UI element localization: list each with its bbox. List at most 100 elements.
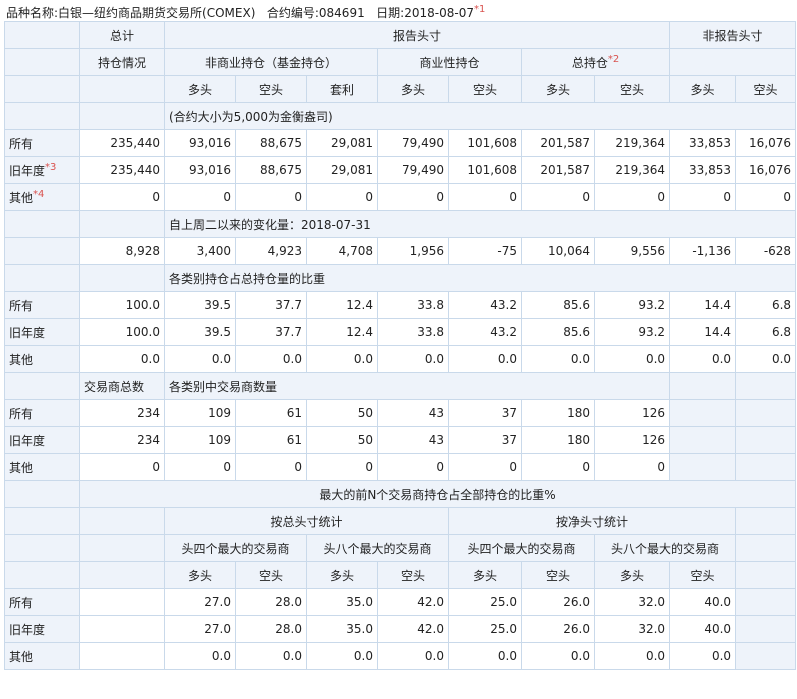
- empty-cell: [669, 426, 737, 454]
- table-cell: 26.0: [521, 615, 595, 643]
- table-cell: 0: [164, 453, 236, 481]
- col-gross-top8: 头八个最大的交易商: [306, 534, 449, 562]
- contract-code: 084691: [318, 6, 365, 20]
- empty-cell: [79, 615, 165, 643]
- table-cell: 0.0: [669, 642, 737, 670]
- table-cell: 0: [448, 183, 522, 211]
- empty-cell: [4, 264, 80, 292]
- col-short: 空头: [593, 75, 671, 103]
- table-cell: 14.4: [669, 318, 737, 346]
- col-commercial: 商业性持仓: [377, 48, 522, 76]
- row-label: 所有: [4, 399, 80, 427]
- table-cell: 35.0: [306, 588, 378, 616]
- table-cell: 0: [79, 453, 165, 481]
- table-cell: 0.0: [593, 345, 671, 373]
- table-cell: 4,923: [235, 237, 307, 265]
- table-cell: 201,587: [521, 129, 595, 157]
- table-cell: 27.0: [164, 588, 236, 616]
- empty-cell: [735, 615, 797, 643]
- table-cell: 235,440: [79, 129, 165, 157]
- table-cell: 10,064: [521, 237, 595, 265]
- table-cell: 8,928: [79, 237, 165, 265]
- table-cell: 93.2: [593, 318, 671, 346]
- table-cell: 93,016: [164, 156, 236, 184]
- table-cell: 109: [164, 399, 236, 427]
- empty-cell: [79, 210, 165, 238]
- table-cell: 0.0: [235, 642, 307, 670]
- col-reported: 报告头寸: [163, 21, 671, 49]
- row-label: 所有: [4, 588, 80, 616]
- table-cell: 0.0: [164, 345, 236, 373]
- table-row: 其他 0.0 0.0 0.0 0.0 0.0 0.0 0.0 0.0: [4, 642, 797, 670]
- col-long: 多头: [306, 561, 378, 589]
- col-long: 多头: [377, 75, 449, 103]
- table-cell: 0: [377, 453, 449, 481]
- section-title: 最大的前N个交易商持仓占全部持仓的比重%: [78, 480, 797, 508]
- table-cell: 0.0: [521, 345, 595, 373]
- table-cell: 26.0: [521, 588, 595, 616]
- empty-cell: [79, 534, 165, 562]
- row-label: 旧年度: [4, 318, 80, 346]
- table-cell: 33,853: [669, 156, 737, 184]
- table-cell: 88,675: [235, 156, 307, 184]
- row-label: 所有: [4, 129, 80, 157]
- empty-cell: [735, 507, 797, 535]
- table-cell: 126: [593, 399, 671, 427]
- section-title-row: 最大的前N个交易商持仓占全部持仓的比重%: [4, 480, 797, 508]
- col-short: 空头: [521, 561, 595, 589]
- table-row: 所有 235,440 93,016 88,675 29,081 79,490 1…: [4, 129, 797, 157]
- col-net-top8: 头八个最大的交易商: [593, 534, 737, 562]
- table-cell: -75: [448, 237, 522, 265]
- table-cell: -1,136: [669, 237, 737, 265]
- footnote-3: *3: [45, 161, 57, 173]
- table-cell: 6.8: [735, 318, 797, 346]
- empty-cell: [4, 102, 80, 130]
- corner-cell: [4, 21, 80, 49]
- trader-total-label: 交易商总数: [79, 372, 165, 400]
- table-cell: 126: [593, 426, 671, 454]
- table-cell: 79,490: [377, 156, 449, 184]
- table-cell: 109: [164, 426, 236, 454]
- section-title: (合约大小为5,000为金衡盎司): [163, 102, 797, 130]
- table-cell: 43: [377, 399, 449, 427]
- table-cell: 235,440: [79, 156, 165, 184]
- table-cell: 0: [306, 453, 378, 481]
- table-cell: 37: [448, 426, 522, 454]
- col-short: 空头: [735, 75, 797, 103]
- table-cell: 0: [593, 183, 671, 211]
- table-cell: 0: [164, 183, 236, 211]
- header-row: 头四个最大的交易商 头八个最大的交易商 头四个最大的交易商 头八个最大的交易商: [4, 534, 797, 562]
- empty-header-cell: [79, 75, 165, 103]
- table-cell: 43.2: [448, 291, 522, 319]
- table-cell: 27.0: [164, 615, 236, 643]
- table-cell: 50: [306, 426, 378, 454]
- empty-cell: [4, 372, 80, 400]
- table-cell: 79,490: [377, 129, 449, 157]
- empty-cell: [735, 588, 797, 616]
- empty-cell: [79, 588, 165, 616]
- empty-cell: [4, 507, 80, 535]
- col-long: 多头: [521, 75, 595, 103]
- table-row: 所有 27.0 28.0 35.0 42.0 25.0 26.0 32.0 40…: [4, 588, 797, 616]
- table-cell: 201,587: [521, 156, 595, 184]
- variety-label: 品种名称:: [6, 6, 59, 20]
- table-cell: 33.8: [377, 318, 449, 346]
- table-cell: 32.0: [593, 615, 671, 643]
- col-short: 空头: [669, 561, 737, 589]
- col-long: 多头: [593, 561, 671, 589]
- table-cell: 0: [521, 453, 595, 481]
- table-row: 8,928 3,400 4,923 4,708 1,956 -75 10,064…: [4, 237, 797, 265]
- table-cell: 4,708: [306, 237, 378, 265]
- empty-cell: [735, 561, 797, 589]
- table-cell: 29,081: [306, 129, 378, 157]
- col-nonreported: 非报告头寸: [669, 21, 797, 49]
- empty-cell: [735, 372, 797, 400]
- header-row: 按总头寸统计 按净头寸统计: [4, 507, 797, 535]
- table-cell: 43: [377, 426, 449, 454]
- table-cell: 180: [521, 426, 595, 454]
- col-total-positions-label: 总持仓: [571, 55, 608, 70]
- empty-cell: [4, 210, 80, 238]
- table-cell: 101,608: [448, 156, 522, 184]
- empty-header-cell: [669, 48, 797, 76]
- col-spread: 套利: [306, 75, 378, 103]
